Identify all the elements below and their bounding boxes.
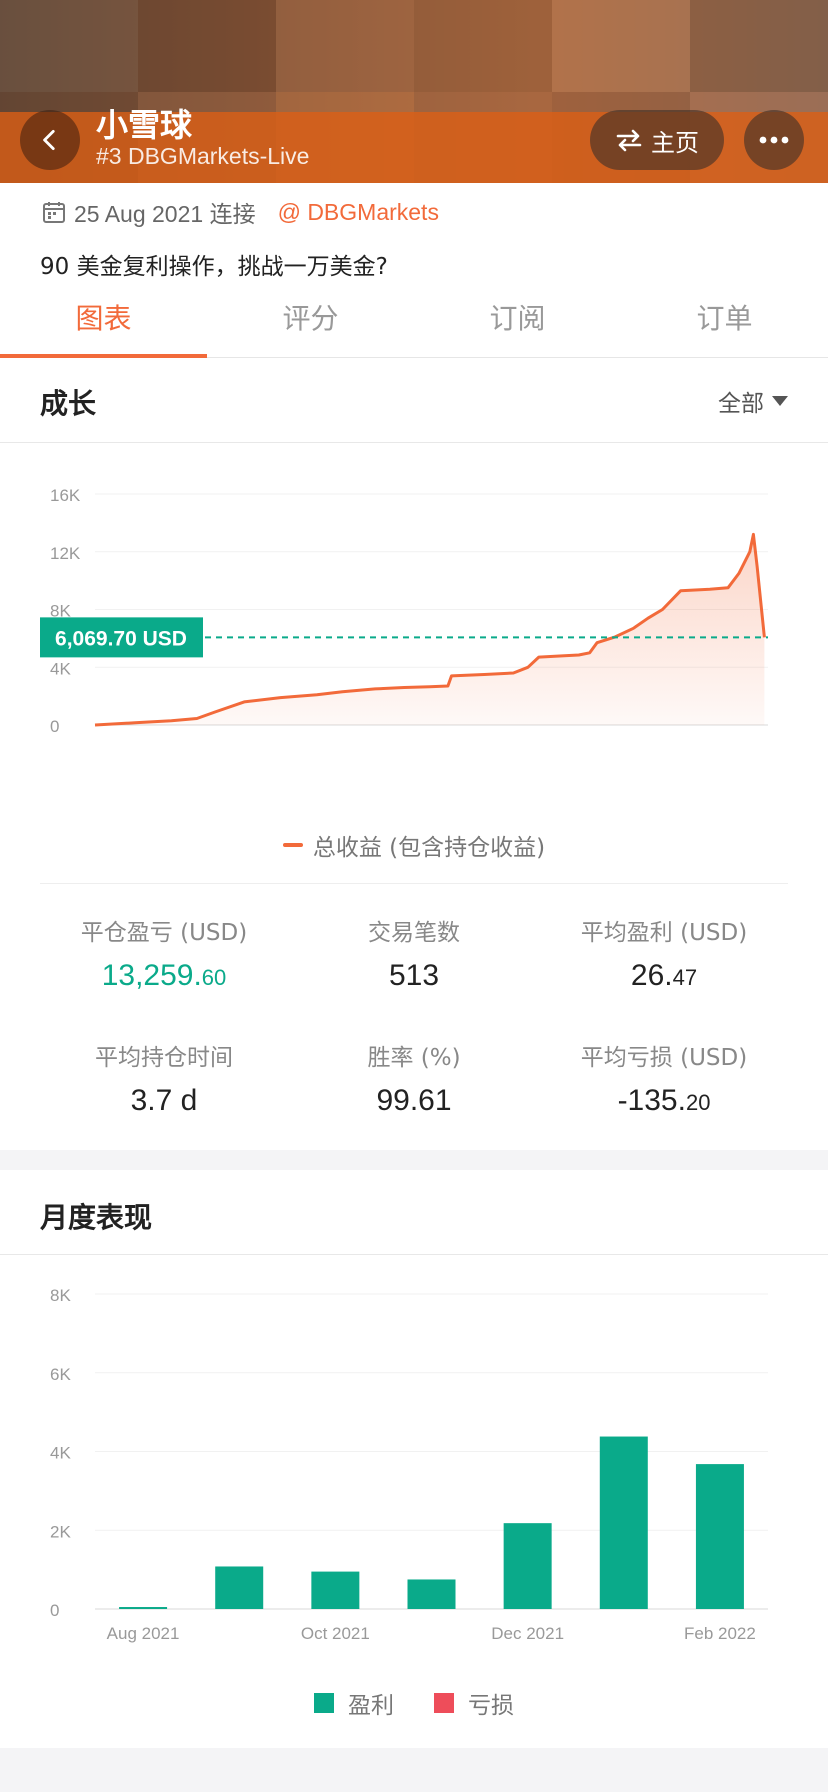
more-dots-icon — [759, 136, 789, 144]
stat-value: -135.20 — [617, 1084, 711, 1117]
caret-down-icon — [772, 396, 788, 406]
monthly-header: 月度表现 — [0, 1170, 828, 1255]
broker-link[interactable]: @ DBGMarkets — [278, 199, 439, 226]
home-button[interactable]: 主页 — [590, 110, 724, 170]
monthly-title: 月度表现 — [40, 1201, 153, 1234]
y-tick-label: 12K — [50, 544, 81, 563]
range-dropdown-value: 全部 — [718, 391, 764, 417]
stat-label: 平均持仓时间 — [95, 1045, 233, 1071]
swap-arrows-icon — [616, 129, 642, 152]
profit-bar — [119, 1607, 168, 1609]
x-tick-label: Feb 2022 — [684, 1624, 756, 1643]
tab-subscribe[interactable]: 订阅 — [414, 289, 621, 357]
profit-bar — [695, 1464, 744, 1609]
y-tick-label: 6K — [50, 1365, 71, 1384]
stat-avg-hold-time: 平均持仓时间 3.7 d — [34, 1038, 294, 1118]
x-tick-label: Dec 2021 — [491, 1624, 564, 1643]
joined-date: 25 Aug 2021 连接 — [74, 201, 256, 227]
tab-rating[interactable]: 评分 — [207, 289, 414, 357]
stat-value: 13,259.60 — [101, 959, 227, 992]
y-tick-label: 2K — [50, 1522, 71, 1541]
monthly-chart: 0 2K 4K 6K 8K Aug 2021 Oct 2021 Dec 2021 Feb 202… — [50, 1286, 768, 1643]
trader-name: 小雪球 — [96, 106, 193, 144]
profit-bar — [599, 1436, 648, 1609]
stat-value: 513 — [388, 959, 440, 992]
stat-value: 99.61 — [376, 1084, 452, 1117]
info-line: 25 Aug 2021 连接 @ DBGMarkets — [42, 195, 439, 229]
tab-chart[interactable]: 图表 — [0, 289, 207, 358]
stat-trade-count: 交易笔数 513 — [284, 913, 544, 993]
growth-legend: 总收益 (包含持仓收益) — [0, 828, 828, 862]
x-tick-label: Oct 2021 — [301, 1624, 370, 1643]
stat-win-rate: 胜率 (%) 99.61 — [284, 1038, 544, 1118]
current-value-label: 6,069.70 USD — [55, 627, 187, 650]
stat-avg-loss: 平均亏损 (USD) -135.20 — [534, 1038, 794, 1118]
stat-closed-pnl: 平仓盈亏 (USD) 13,259.60 — [34, 913, 294, 993]
stat-value: 3.7 d — [130, 1084, 198, 1117]
legend-profit-label: 盈利 — [348, 1693, 394, 1719]
growth-header: 成长 全部 — [0, 358, 828, 443]
legend-profit-swatch — [314, 1693, 334, 1713]
range-dropdown[interactable]: 全部 — [718, 384, 788, 418]
x-tick-label: Aug 2021 — [107, 1624, 180, 1643]
x-tick-label: 05 Jan — [572, 740, 623, 742]
stat-avg-profit: 平均盈利 (USD) 26.47 — [534, 913, 794, 993]
x-tick-label: 01 Oct — [237, 740, 287, 742]
profit-bar — [311, 1571, 360, 1609]
y-tick-label: 4K — [50, 1444, 71, 1463]
monthly-card: 月度表现 0 2K 4K 6K 8K Aug 2021 Oct 2021 Dec 2021 Fe… — [0, 1170, 828, 1748]
growth-chart: 04K8K12K16K6,069.70 USD01 Oct25 Nov05 Ja… — [40, 486, 768, 742]
y-tick-label: 0 — [50, 1601, 59, 1620]
legend-loss-label: 亏损 — [468, 1693, 514, 1719]
trader-rank-account: #3 DBGMarkets-Live — [96, 143, 310, 169]
trader-info: 25 Aug 2021 连接 @ DBGMarkets 90 美金复利操作，挑战… — [0, 183, 828, 358]
y-tick-label: 0 — [50, 717, 59, 736]
stat-label: 平均亏损 (USD) — [580, 1045, 748, 1071]
legend-line-swatch — [282, 843, 303, 847]
stat-label: 平均盈利 (USD) — [580, 920, 748, 946]
profit-bar — [503, 1523, 552, 1609]
x-tick-label: 16 Feb — [710, 740, 763, 742]
y-tick-label: 8K — [50, 1286, 71, 1305]
profit-bar — [215, 1566, 264, 1609]
trader-header: 小雪球 #3 DBGMarkets-Live 主页 — [0, 0, 828, 183]
chevron-left-icon — [43, 129, 55, 151]
stat-label: 交易笔数 — [368, 920, 460, 946]
stat-value: 26.47 — [630, 959, 698, 992]
tab-orders[interactable]: 订单 — [621, 289, 828, 357]
growth-title: 成长 — [40, 387, 97, 420]
x-tick-label: 25 Nov — [403, 740, 457, 742]
growth-card: 成长 全部 04K8K12K16K6,069.70 USD01 Oct25 No… — [0, 358, 828, 1150]
monthly-legend: 盈利 亏损 — [0, 1686, 828, 1720]
y-tick-label: 16K — [50, 486, 81, 505]
tab-bar: 图表 评分 订阅 订单 — [0, 289, 828, 358]
stat-label: 胜率 (%) — [367, 1045, 461, 1071]
more-button[interactable] — [744, 110, 804, 170]
growth-legend-label: 总收益 (包含持仓收益) — [312, 835, 546, 861]
home-button-label: 主页 — [651, 128, 699, 157]
back-button[interactable] — [20, 110, 80, 170]
strategy-description: 90 美金复利操作，挑战一万美金? — [40, 254, 388, 280]
stat-label: 平仓盈亏 (USD) — [80, 920, 248, 946]
calendar-icon — [43, 202, 65, 223]
y-tick-label: 4K — [50, 659, 71, 678]
divider — [40, 883, 788, 884]
profit-bar — [407, 1579, 456, 1609]
legend-loss-swatch — [434, 1693, 454, 1713]
